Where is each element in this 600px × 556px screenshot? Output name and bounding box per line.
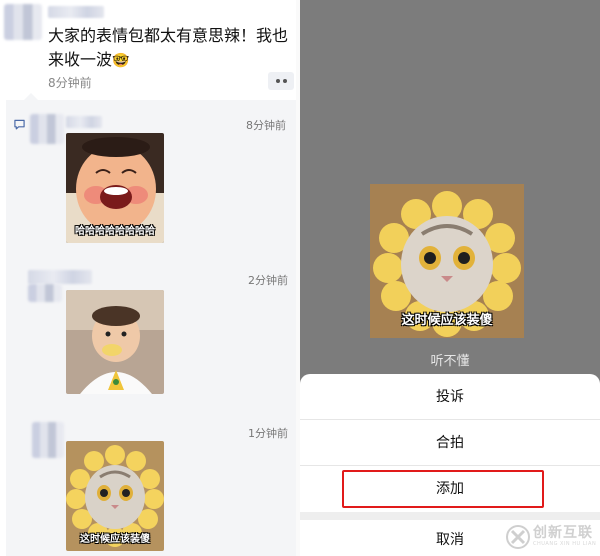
post-text-content: 大家的表情包都太有意思辣！我也来收一波 <box>48 26 289 69</box>
collab-menu-item[interactable]: 合拍 <box>300 420 600 466</box>
watermark-x-icon <box>506 525 530 549</box>
comment-sticker-cat-flower[interactable]: 这时候应该装傻 <box>66 441 164 551</box>
commenter-name-blurred <box>66 116 102 128</box>
commenter-avatar[interactable] <box>28 284 62 302</box>
preview-sticker-cat-flower: 这时候应该装傻 <box>370 184 524 338</box>
watermark-text: 创新互联 <box>533 525 593 541</box>
sticker-caption: 这时候应该装傻 <box>80 534 150 545</box>
poster-avatar[interactable] <box>4 4 42 40</box>
report-menu-item[interactable]: 投诉 <box>300 374 600 420</box>
comment-sticker-baby-eating[interactable] <box>66 290 164 394</box>
more-options-button[interactable] <box>268 72 294 90</box>
post-text: 大家的表情包都太有意思辣！我也来收一波🤓 <box>48 24 292 73</box>
nerd-face-emoji-icon: 🤓 <box>112 53 130 69</box>
moments-post-panel: 大家的表情包都太有意思辣！我也来收一波🤓 8分钟前 8分钟前 哈哈哈哈哈哈哈哈 … <box>0 0 296 556</box>
sticker-label: 听不懂 <box>430 354 470 369</box>
comment-sticker-laughing-baby[interactable]: 哈哈哈哈哈哈哈哈 <box>66 133 164 243</box>
watermark-logo: 创新互联 CHUANG XIN HU LIAN <box>505 520 600 554</box>
preview-sticker-caption: 这时候应该装傻 <box>401 313 493 328</box>
comment-timestamp: 2分钟前 <box>248 274 288 287</box>
comment-icon <box>14 119 25 130</box>
post-timestamp: 8分钟前 <box>48 76 92 90</box>
watermark-subtext: CHUANG XIN HU LIAN <box>533 541 597 547</box>
commenter-avatar[interactable] <box>30 114 64 144</box>
commenter-name-blurred <box>28 270 92 284</box>
comment-timestamp: 1分钟前 <box>248 427 288 440</box>
comment-timestamp: 8分钟前 <box>246 119 286 132</box>
add-highlight-box <box>342 470 544 508</box>
poster-name-blurred <box>48 6 104 18</box>
baby-eating-image <box>66 290 164 394</box>
commenter-avatar[interactable] <box>32 422 64 458</box>
sticker-caption: 哈哈哈哈哈哈哈哈 <box>75 226 155 237</box>
